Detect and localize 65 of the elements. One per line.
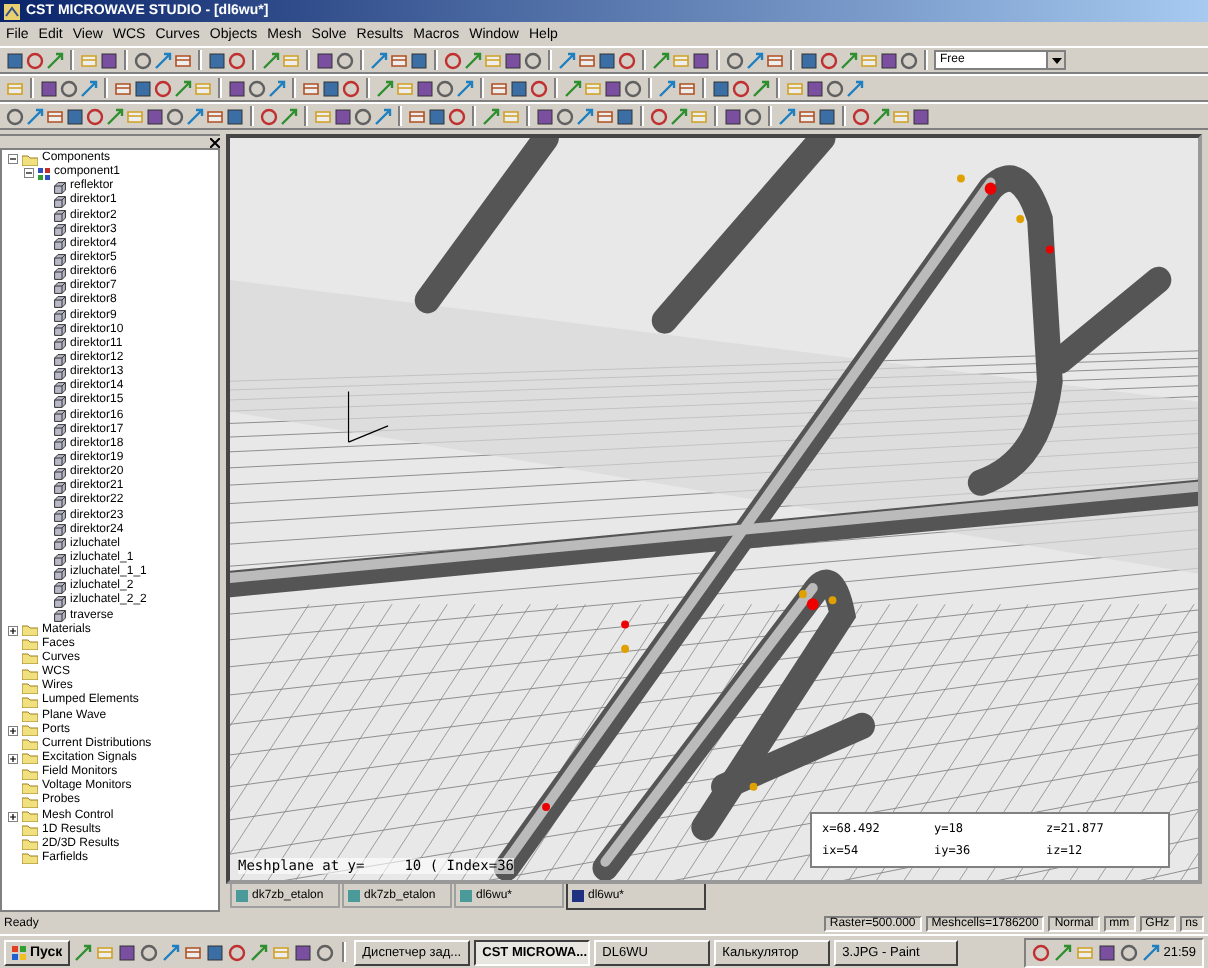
collapse-toggle-icon[interactable] <box>24 168 34 179</box>
tool-icon[interactable] <box>268 79 286 97</box>
tool-icon[interactable] <box>464 51 482 69</box>
tool-icon[interactable] <box>872 107 890 125</box>
tool-icon[interactable] <box>174 79 192 97</box>
tool-icon[interactable] <box>778 107 796 125</box>
app-icon <box>4 3 20 19</box>
tool-icon[interactable] <box>482 107 500 125</box>
document-icon <box>572 890 584 902</box>
tool-icon[interactable] <box>564 79 582 97</box>
tool-icon[interactable] <box>596 107 614 125</box>
tool-icon[interactable] <box>766 51 784 69</box>
tool-icon[interactable] <box>184 943 203 961</box>
tool-icon[interactable] <box>658 79 676 97</box>
tool-icon[interactable] <box>912 107 930 125</box>
close-icon[interactable] <box>210 137 220 147</box>
windows-logo-icon <box>12 945 26 959</box>
dropdown-arrow-icon <box>1051 57 1061 63</box>
tool-icon[interactable] <box>376 79 394 97</box>
tool-icon[interactable] <box>798 107 816 125</box>
tool-icon[interactable] <box>174 51 192 69</box>
tool-icon[interactable] <box>1031 943 1050 961</box>
tool-icon[interactable] <box>670 107 688 125</box>
tool-icon[interactable] <box>280 107 298 125</box>
tool-icon[interactable] <box>558 51 576 69</box>
expand-toggle-icon[interactable] <box>8 811 18 822</box>
tool-icon[interactable] <box>652 51 670 69</box>
tool-icon[interactable] <box>46 107 64 125</box>
expand-toggle-icon[interactable] <box>8 725 18 736</box>
document-icon <box>236 889 248 901</box>
tool-icon[interactable] <box>26 107 44 125</box>
document-icon <box>460 889 472 901</box>
component-icon <box>38 167 50 180</box>
expand-toggle-icon[interactable] <box>8 753 18 764</box>
expand-toggle-icon[interactable] <box>8 625 18 636</box>
tool-icon[interactable] <box>746 51 764 69</box>
tool-icon[interactable] <box>456 79 474 97</box>
tool-icon[interactable] <box>840 51 858 69</box>
tool-icon[interactable] <box>74 943 93 961</box>
tool-icon[interactable] <box>106 107 124 125</box>
tool-icon[interactable] <box>370 51 388 69</box>
collapse-toggle-icon[interactable] <box>8 154 18 165</box>
tool-icon[interactable] <box>186 107 204 125</box>
tool-icon[interactable] <box>490 79 508 97</box>
tool-icon[interactable] <box>302 79 320 97</box>
tool-icon[interactable] <box>262 51 280 69</box>
tool-icon[interactable] <box>154 51 172 69</box>
tool-icon[interactable] <box>846 79 864 97</box>
tool-icon[interactable] <box>250 943 269 961</box>
tool-icon[interactable] <box>408 107 426 125</box>
tool-icon[interactable] <box>578 51 596 69</box>
tool-icon[interactable] <box>46 51 64 69</box>
tool-icon[interactable] <box>678 79 696 97</box>
tool-icon[interactable] <box>576 107 594 125</box>
tool-icon[interactable] <box>390 51 408 69</box>
tool-icon[interactable] <box>206 107 224 125</box>
tool-icon[interactable] <box>752 79 770 97</box>
tool-icon[interactable] <box>80 79 98 97</box>
tool-icon[interactable] <box>162 943 181 961</box>
tool-icon[interactable] <box>374 107 392 125</box>
folder-icon <box>22 153 38 166</box>
tool-icon[interactable] <box>114 79 132 97</box>
document-icon <box>348 889 360 901</box>
tool-icon[interactable] <box>1141 943 1160 961</box>
tool-icon[interactable] <box>1053 943 1072 961</box>
